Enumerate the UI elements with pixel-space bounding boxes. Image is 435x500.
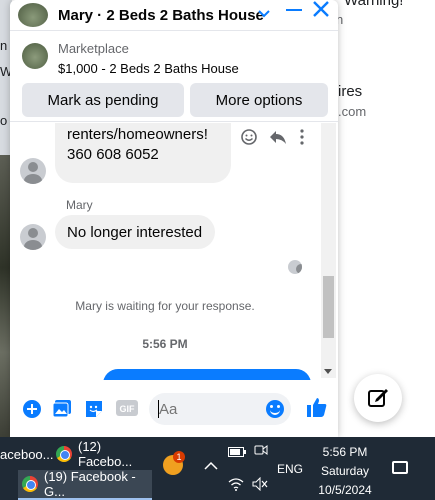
chat-header[interactable]: Mary · 2 Beds 2 Baths House	[10, 0, 338, 30]
clock[interactable]: 5:56 PM Saturday 10/5/2024	[316, 443, 374, 500]
clock-time: 5:56 PM	[322, 445, 368, 459]
sender-name: Mary	[66, 198, 93, 212]
background-right-panel: Warning! n ires .com	[336, 0, 435, 437]
scrollbar-thumb[interactable]	[323, 276, 334, 338]
avatar[interactable]	[20, 158, 46, 184]
taskbar-window-label: (12) Facebo...	[78, 439, 133, 469]
chevron-up-icon[interactable]	[204, 459, 218, 474]
like-icon[interactable]	[306, 396, 327, 417]
status-text: Mary is waiting for your response.	[75, 299, 255, 313]
reply-icon[interactable]	[269, 129, 287, 150]
taskbar-window-item[interactable]: aceboo...	[0, 439, 54, 469]
background-link-title[interactable]: ires	[338, 83, 362, 100]
language-indicator[interactable]: ENG	[277, 462, 303, 476]
outgoing-message-bubble	[103, 369, 311, 380]
taskbar-window-label: aceboo...	[0, 446, 54, 462]
emoji-icon[interactable]	[266, 400, 284, 418]
background-heading: Warning!	[344, 0, 404, 9]
seen-avatar	[288, 260, 302, 274]
app-icon[interactable]: 1	[163, 451, 185, 475]
taskbar-window-item-active[interactable]: (19) Facebook - G...	[18, 469, 152, 500]
chrome-icon	[56, 446, 72, 462]
clock-date: 10/5/2024	[318, 483, 372, 497]
taskbar-window-label: (19) Facebook - G...	[44, 469, 136, 499]
background-left-text: o	[0, 113, 8, 128]
background-link-domain: .com	[338, 104, 367, 119]
listing-avatar	[18, 3, 48, 27]
listing-price-title[interactable]: $1,000 - 2 Beds 2 Baths House	[58, 61, 239, 76]
message-composer: GIF	[10, 387, 338, 431]
avatar[interactable]	[20, 224, 46, 250]
scrollbar[interactable]	[321, 123, 336, 378]
wifi-icon[interactable]	[228, 477, 244, 494]
message-bubble: No longer interested	[55, 215, 215, 249]
compose-icon	[368, 389, 388, 407]
notification-center-icon[interactable]	[392, 461, 408, 474]
new-message-button[interactable]	[354, 374, 402, 422]
listing-thumbnail[interactable]	[22, 43, 48, 69]
meet-icon[interactable]	[254, 443, 268, 460]
add-icon[interactable]	[22, 399, 42, 419]
gif-icon[interactable]: GIF	[116, 399, 138, 419]
mark-as-pending-button[interactable]: Mark as pending	[22, 83, 184, 117]
message-bubble: this. Very qualified renters/homeowners!…	[55, 123, 231, 183]
notification-badge: 1	[173, 451, 185, 463]
chrome-icon	[22, 476, 38, 492]
photo-icon[interactable]	[52, 399, 72, 419]
clock-day: Saturday	[320, 464, 370, 478]
scroll-down-arrow[interactable]	[324, 369, 332, 374]
react-icon[interactable]	[241, 129, 257, 150]
background-left-text: n	[0, 38, 8, 53]
sticker-icon[interactable]	[84, 399, 104, 419]
close-icon[interactable]	[310, 0, 332, 22]
taskbar: aceboo... (12) Facebo... (19) Facebook -…	[0, 437, 435, 500]
timestamp: 5:56 PM	[142, 337, 188, 351]
svg-text:GIF: GIF	[120, 404, 136, 414]
minimize-icon[interactable]	[286, 2, 302, 22]
taskbar-window-item[interactable]: (12) Facebo...	[52, 439, 152, 469]
more-icon[interactable]	[300, 129, 304, 150]
chat-title[interactable]: Mary · 2 Beds 2 Baths House	[58, 7, 264, 24]
message-list: this. Very qualified renters/homeowners!…	[10, 123, 338, 380]
chat-window: Mary · 2 Beds 2 Baths House Marketplace …	[10, 0, 338, 437]
listing-category: Marketplace	[58, 41, 129, 56]
volume-muted-icon[interactable]	[252, 476, 268, 494]
chevron-down-icon[interactable]	[258, 6, 270, 21]
listing-banner: Marketplace $1,000 - 2 Beds 2 Baths Hous…	[10, 30, 338, 122]
text-cursor	[158, 400, 159, 418]
battery-icon[interactable]	[228, 445, 246, 460]
more-options-button[interactable]: More options	[190, 83, 328, 117]
